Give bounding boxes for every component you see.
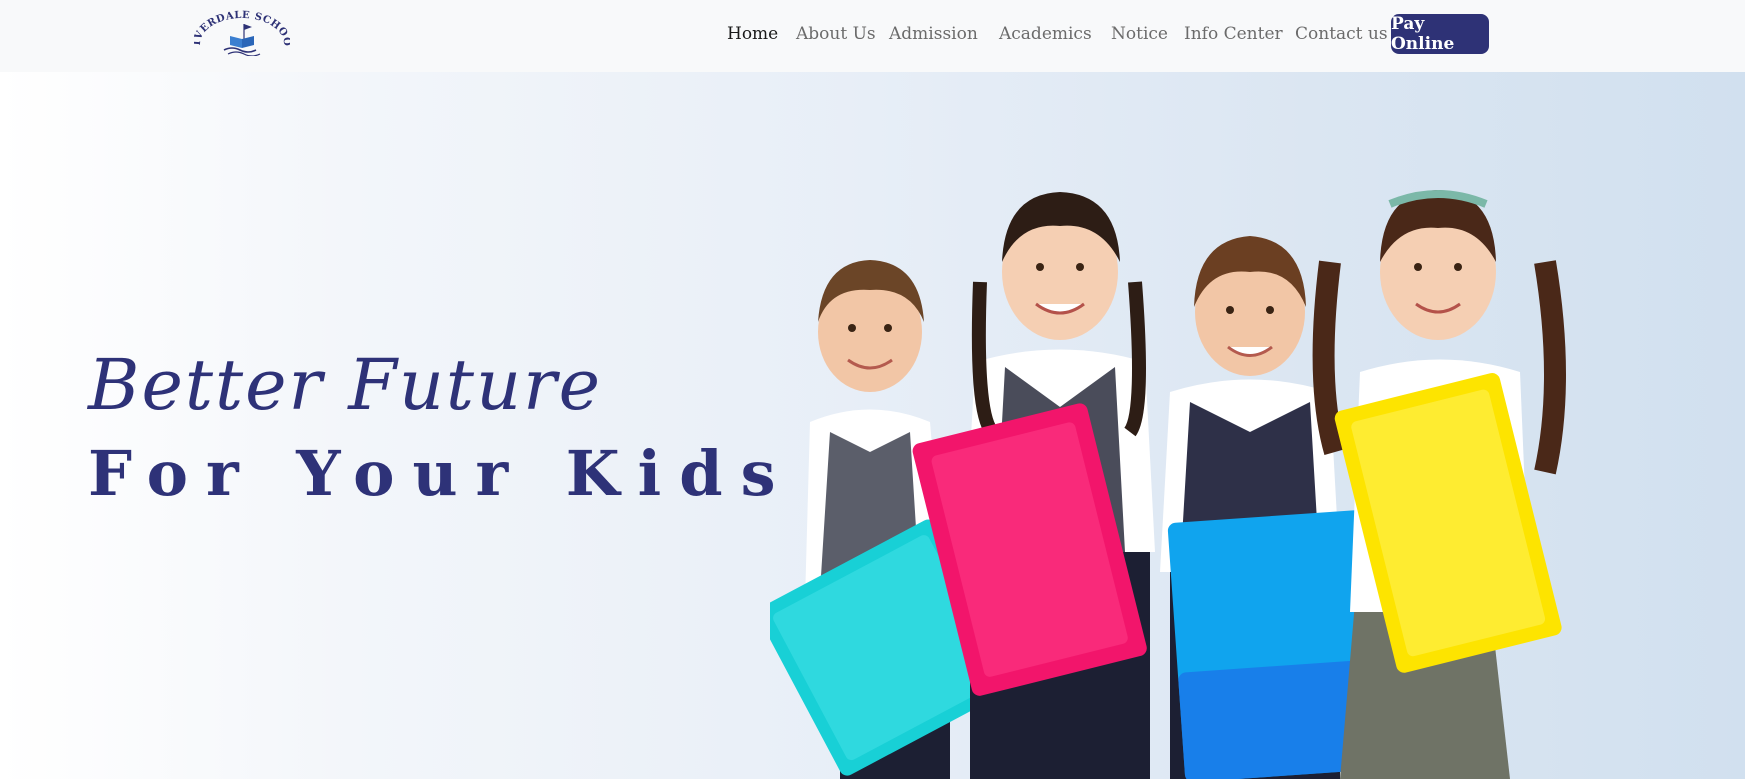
hero-headline-line2: For Your Kids xyxy=(88,437,794,510)
main-nav: Home About Us Admission Academics Notice… xyxy=(0,0,1745,72)
nav-academics[interactable]: Academics xyxy=(999,23,1092,45)
nav-notice[interactable]: Notice xyxy=(1111,23,1168,45)
pay-online-button[interactable]: Pay Online xyxy=(1391,14,1489,54)
site-header: RIVERDALE SCHOOL Home About Us Admission… xyxy=(0,0,1745,72)
nav-contact-us[interactable]: Contact us xyxy=(1295,23,1388,45)
nav-admission[interactable]: Admission xyxy=(889,23,978,45)
nav-info-center[interactable]: Info Center xyxy=(1184,23,1283,45)
nav-about-us[interactable]: About Us xyxy=(796,23,876,45)
hero-banner: Better Future For Your Kids xyxy=(0,72,1745,779)
hero-headline-line1: Better Future xyxy=(88,344,603,426)
hero-kids-image xyxy=(770,190,1566,779)
nav-home[interactable]: Home xyxy=(727,23,778,45)
